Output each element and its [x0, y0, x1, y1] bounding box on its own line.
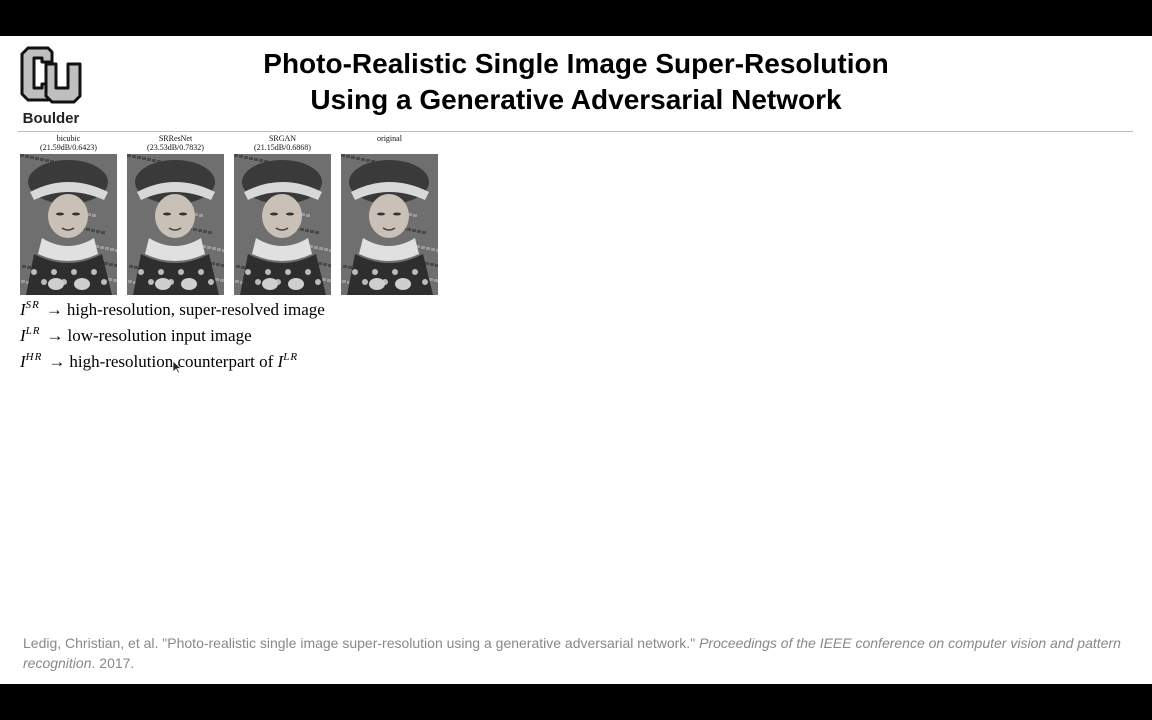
logo-text: Boulder — [22, 110, 80, 127]
citation-year: . 2017. — [91, 655, 135, 671]
panel-metrics: (23.53dB/0.7832) — [147, 143, 204, 152]
slide: Boulder Photo-Realistic Single Image Sup… — [0, 36, 1152, 684]
citation-authors-title: Ledig, Christian, et al. "Photo-realisti… — [23, 635, 696, 651]
title-divider — [18, 131, 1133, 132]
panel-srgan: SRGAN (21.15dB/0.6868) — [234, 134, 331, 295]
panel-label: bicubic — [56, 134, 81, 143]
cu-boulder-logo: Boulder — [18, 44, 84, 127]
panel-image — [127, 154, 224, 295]
definition-text: high-resolution, super-resolved image — [66, 300, 325, 319]
panel-image — [20, 154, 117, 295]
cu-logo-icon — [20, 46, 82, 104]
definition-sr: ISR → high-resolution, super-resolved imag… — [20, 299, 325, 320]
panel-srresnet: SRResNet (23.53dB/0.7832) — [127, 134, 224, 295]
citation: Ledig, Christian, et al. "Photo-realisti… — [23, 633, 1133, 673]
panel-original: original — [341, 134, 438, 295]
slide-title: Photo-Realistic Single Image Super-Resol… — [176, 46, 976, 118]
panel-image — [341, 154, 438, 295]
panel-metrics: (21.59dB/0.6423) — [40, 143, 97, 152]
definition-hr: IHR → high-resolution counterpart of ILR — [20, 351, 298, 372]
arrow-icon: → — [46, 326, 64, 345]
panel-bicubic: bicubic (21.59dB/0.6423) — [20, 134, 117, 295]
title-line-2: Using a Generative Adversarial Network — [310, 84, 842, 115]
panel-label: SRResNet — [158, 134, 193, 143]
definition-lr: ILR → low-resolution input image — [20, 325, 252, 346]
symbol-sup: SR — [25, 299, 40, 311]
symbol-sup: LR — [25, 325, 41, 337]
symbol-sup: HR — [25, 351, 43, 363]
panel-label: SRGAN — [268, 134, 297, 143]
arrow-icon: → — [45, 300, 63, 319]
panel-metrics: (21.15dB/0.6868) — [254, 143, 311, 152]
panel-label: original — [377, 134, 402, 143]
arrow-icon: → — [48, 352, 66, 371]
ref-symbol-sup: LR — [283, 351, 299, 363]
title-line-1: Photo-Realistic Single Image Super-Resol… — [263, 48, 889, 79]
mouse-pointer-icon — [172, 360, 182, 374]
definition-text: low-resolution input image — [67, 326, 252, 345]
panel-image — [234, 154, 331, 295]
